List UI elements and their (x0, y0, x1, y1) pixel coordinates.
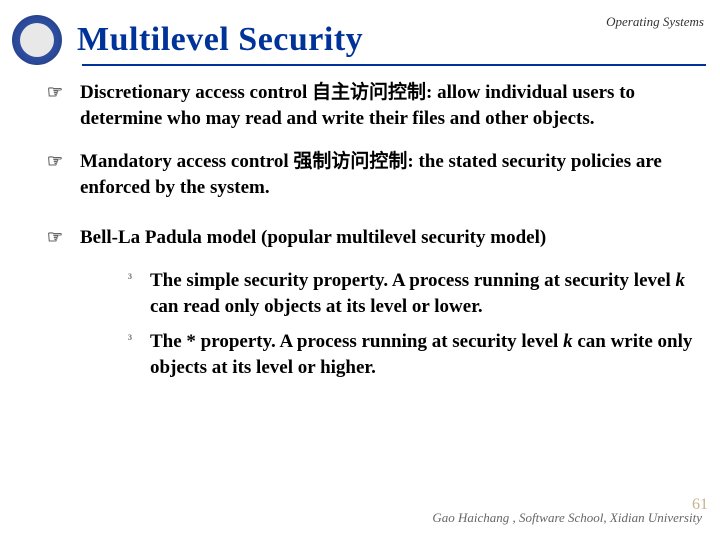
title-rule (82, 64, 706, 66)
subpoint-text: The simple security property. A process … (150, 268, 700, 319)
sub-bullet-icon: ³ (110, 329, 150, 380)
point-text: Bell-La Padula model (popular multilevel… (80, 225, 700, 251)
university-logo-icon (12, 15, 62, 65)
slide-footer: Gao Haichang , Software School, Xidian U… (432, 510, 702, 526)
hand-bullet-icon: ☞ (30, 149, 80, 200)
subpoint-simple-security: ³ The simple security property. A proces… (110, 268, 700, 319)
point-mac: ☞ Mandatory access control 强制访问控制: the s… (30, 149, 700, 200)
slide-title: Multilevel Security (77, 21, 363, 59)
point-dac: ☞ Discretionary access control 自主访问控制: a… (30, 80, 700, 131)
subpoint-text: The * property. A process running at sec… (150, 329, 700, 380)
hand-bullet-icon: ☞ (30, 225, 80, 251)
sub-bullet-icon: ³ (110, 268, 150, 319)
slide-content: ☞ Discretionary access control 自主访问控制: a… (30, 80, 700, 391)
point-blp: ☞ Bell-La Padula model (popular multilev… (30, 225, 700, 251)
point-text: Discretionary access control 自主访问控制: all… (80, 80, 700, 131)
point-text: Mandatory access control 强制访问控制: the sta… (80, 149, 700, 200)
page-number: 61 (672, 496, 708, 514)
footer-credit: Gao Haichang , Software School, Xidian U… (432, 510, 702, 526)
course-label: Operating Systems (606, 14, 704, 30)
subpoint-star-property: ³ The * property. A process running at s… (110, 329, 700, 380)
hand-bullet-icon: ☞ (30, 80, 80, 131)
